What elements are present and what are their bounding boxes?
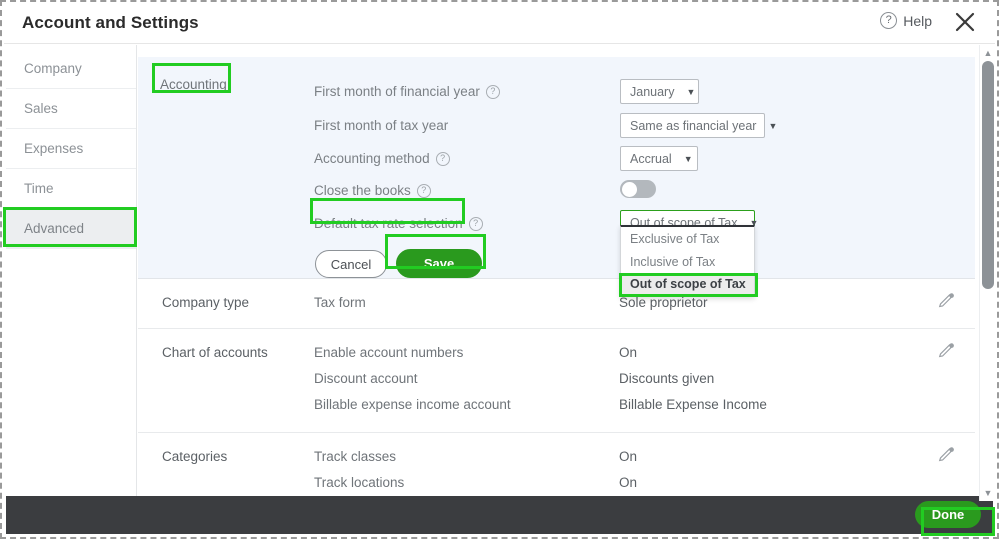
table-row: Chart of accounts Enable account numbers… <box>138 329 975 433</box>
sidebar-item-time[interactable]: Time <box>6 169 136 209</box>
chevron-down-icon: ▼ <box>756 121 777 131</box>
row-setting-name: Discount account <box>314 371 418 386</box>
done-button[interactable]: Done <box>915 501 981 528</box>
accounting-panel: Accounting First month of financial year… <box>138 57 975 279</box>
dropdown-option-inclusive[interactable]: Inclusive of Tax <box>621 250 754 273</box>
save-button[interactable]: Save <box>396 249 482 278</box>
pencil-icon[interactable] <box>938 342 958 362</box>
sidebar: Company Sales Expenses Time Advanced <box>6 45 137 501</box>
question-circle-icon: ? <box>880 12 897 29</box>
table-row: Company type Tax form Sole proprietor <box>138 279 975 329</box>
select-value: January <box>630 85 674 99</box>
select-value: Accrual <box>630 152 672 166</box>
row-setting-value: Discounts given <box>619 371 714 386</box>
row-setting-value: Sole proprietor <box>619 295 708 310</box>
accounting-panel-title: Accounting <box>160 77 227 92</box>
row-setting-value: Billable Expense Income <box>619 397 767 412</box>
label-accounting-method: Accounting method ? <box>314 151 450 166</box>
toggle-close-the-books[interactable] <box>620 180 656 198</box>
pencil-icon[interactable] <box>938 292 958 312</box>
sidebar-item-company[interactable]: Company <box>6 49 136 89</box>
table-row: Categories Track classes On Track locati… <box>138 433 975 501</box>
triangle-down-icon[interactable]: ▼ <box>982 487 994 499</box>
sidebar-item-sales[interactable]: Sales <box>6 89 136 129</box>
row-setting-name: Track locations <box>314 475 404 490</box>
row-setting-name: Track classes <box>314 449 396 464</box>
chevron-down-icon: ▼ <box>674 87 695 97</box>
dropdown-default-tax-rate[interactable]: Exclusive of Tax Inclusive of Tax Out of… <box>620 225 755 297</box>
label-default-tax-rate-selection: Default tax rate selection ? <box>314 216 483 231</box>
select-first-month-financial-year[interactable]: January ▼ <box>620 79 699 104</box>
row-category: Company type <box>162 295 249 310</box>
dropdown-option-out-of-scope[interactable]: Out of scope of Tax <box>621 273 754 296</box>
sidebar-item-label: Sales <box>24 101 58 116</box>
row-setting-name: Billable expense income account <box>314 397 511 412</box>
row-setting-name: Tax form <box>314 295 366 310</box>
row-category: Categories <box>162 449 227 464</box>
select-value: Same as financial year <box>630 119 756 133</box>
dropdown-option-exclusive[interactable]: Exclusive of Tax <box>621 227 754 250</box>
toggle-knob <box>622 182 637 197</box>
label-first-month-tax-year: First month of tax year <box>314 118 448 133</box>
footer-bar: Done <box>6 496 993 534</box>
help-label: Help <box>903 13 932 29</box>
label-first-month-financial-year: First month of financial year ? <box>314 84 500 99</box>
close-x-icon[interactable] <box>952 9 978 35</box>
sidebar-item-label: Company <box>24 61 82 76</box>
chevron-down-icon: ▼ <box>672 154 693 164</box>
question-circle-icon[interactable]: ? <box>436 152 450 166</box>
sidebar-item-advanced[interactable]: Advanced <box>6 209 136 249</box>
row-setting-value: On <box>619 345 637 360</box>
sidebar-item-label: Expenses <box>24 141 83 156</box>
vertical-scrollbar[interactable]: ▲ ▼ <box>979 45 995 501</box>
question-circle-icon[interactable]: ? <box>469 217 483 231</box>
pencil-icon[interactable] <box>938 446 958 466</box>
page-title: Account and Settings <box>22 13 199 33</box>
select-first-month-tax-year[interactable]: Same as financial year ▼ <box>620 113 765 138</box>
label-close-the-books: Close the books ? <box>314 183 431 198</box>
app-window: Account and Settings ? Help Company Sale… <box>0 0 999 539</box>
window-header: Account and Settings ? Help <box>4 4 995 44</box>
sidebar-item-label: Advanced <box>24 221 84 236</box>
question-circle-icon[interactable]: ? <box>417 184 431 198</box>
row-category: Chart of accounts <box>162 345 268 360</box>
select-accounting-method[interactable]: Accrual ▼ <box>620 146 698 171</box>
sidebar-item-label: Time <box>24 181 54 196</box>
scrollbar-thumb[interactable] <box>982 61 994 289</box>
row-setting-value: On <box>619 475 637 490</box>
help-button[interactable]: ? Help <box>880 12 932 29</box>
sidebar-item-expenses[interactable]: Expenses <box>6 129 136 169</box>
cancel-button[interactable]: Cancel <box>315 250 387 278</box>
triangle-up-icon[interactable]: ▲ <box>982 47 994 59</box>
row-setting-name: Enable account numbers <box>314 345 463 360</box>
question-circle-icon[interactable]: ? <box>486 85 500 99</box>
main-content: Accounting First month of financial year… <box>138 45 975 501</box>
row-setting-value: On <box>619 449 637 464</box>
